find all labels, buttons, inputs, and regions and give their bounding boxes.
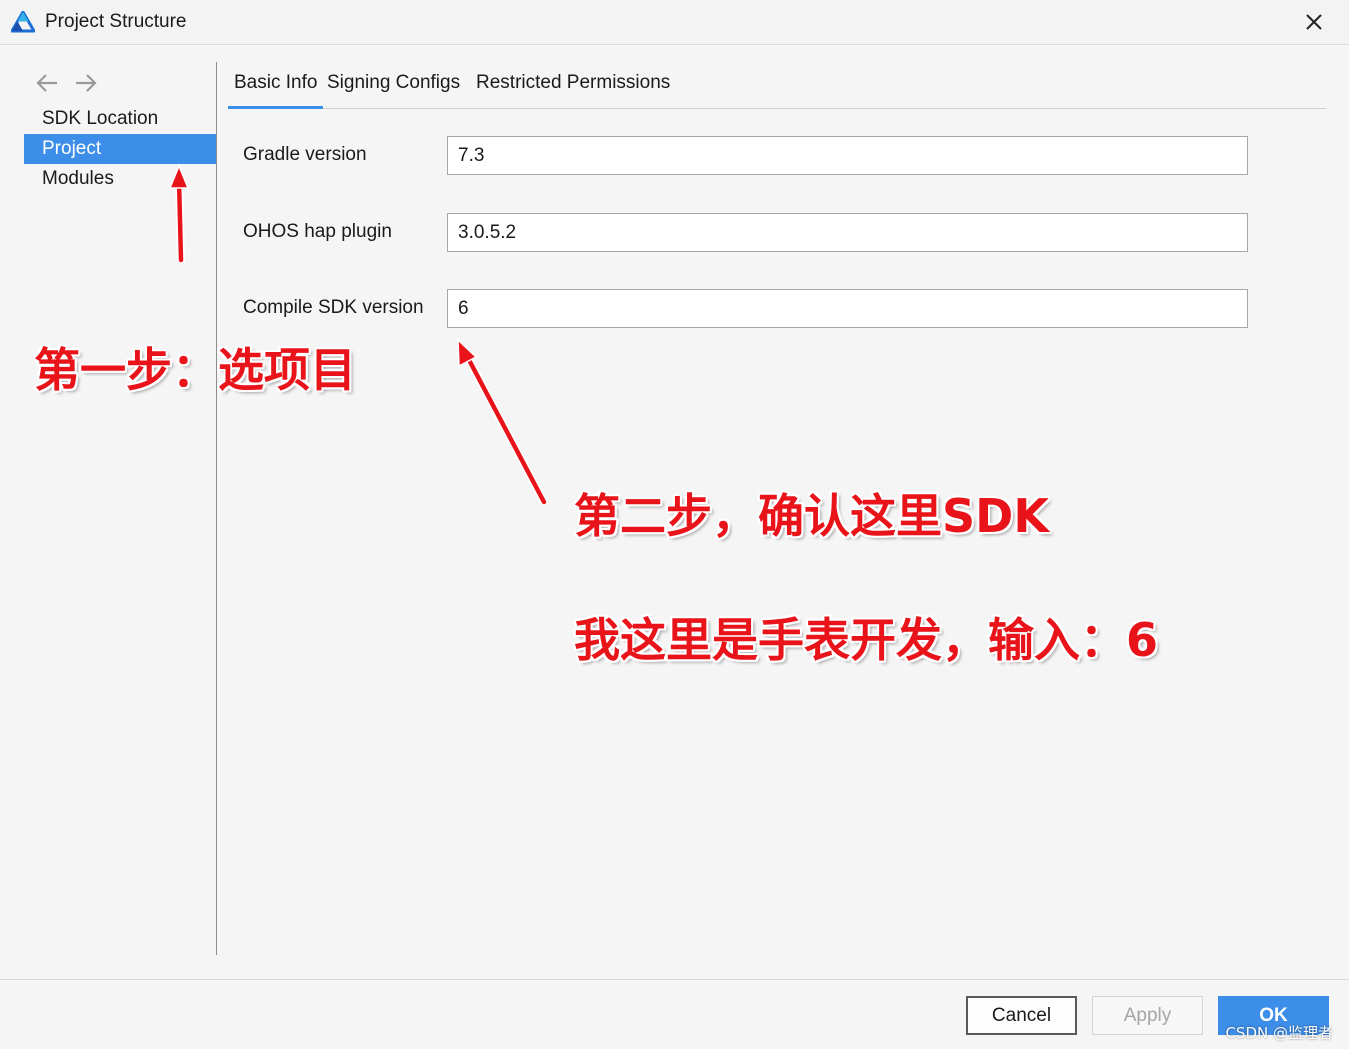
panel-divider xyxy=(216,62,217,955)
tab-bar: Basic Info Signing Configs Restricted Pe… xyxy=(227,62,1326,109)
sidebar-item-modules[interactable]: Modules xyxy=(24,164,216,194)
compile-sdk-version-input[interactable] xyxy=(447,289,1248,328)
title-bar: Project Structure xyxy=(0,0,1349,45)
annotation-step1: 第一步：选项目 xyxy=(34,343,356,397)
apply-button[interactable]: Apply xyxy=(1092,996,1203,1035)
triangle-logo-icon xyxy=(11,11,35,33)
ohos-hap-plugin-input[interactable] xyxy=(447,213,1248,252)
sidebar-item-project[interactable]: Project xyxy=(24,134,216,164)
window-title: Project Structure xyxy=(45,11,187,32)
tab-basic-info[interactable]: Basic Info xyxy=(227,72,324,109)
tab-restricted-permissions[interactable]: Restricted Permissions xyxy=(476,72,670,94)
annotation-step2-note: 我这里是手表开发，输入：6 xyxy=(574,613,1159,667)
gradle-version-label: Gradle version xyxy=(243,144,367,165)
watermark: CSDN @监理者 xyxy=(1225,1024,1333,1042)
compile-sdk-version-label: Compile SDK version xyxy=(243,297,424,318)
tab-signing-configs[interactable]: Signing Configs xyxy=(327,72,460,94)
gradle-version-input[interactable] xyxy=(447,136,1248,175)
annotation-step2: 第二步，确认这里SDK xyxy=(574,489,1049,543)
ohos-hap-plugin-label: OHOS hap plugin xyxy=(243,221,392,242)
close-icon[interactable] xyxy=(1301,9,1327,35)
sidebar-item-sdk-location[interactable]: SDK Location xyxy=(24,104,216,134)
arrow-right-icon[interactable] xyxy=(72,70,100,96)
footer-divider xyxy=(0,979,1349,980)
annotation-arrow-sdk xyxy=(457,338,548,506)
arrow-left-icon[interactable] xyxy=(33,70,61,96)
cancel-button[interactable]: Cancel xyxy=(966,996,1077,1035)
